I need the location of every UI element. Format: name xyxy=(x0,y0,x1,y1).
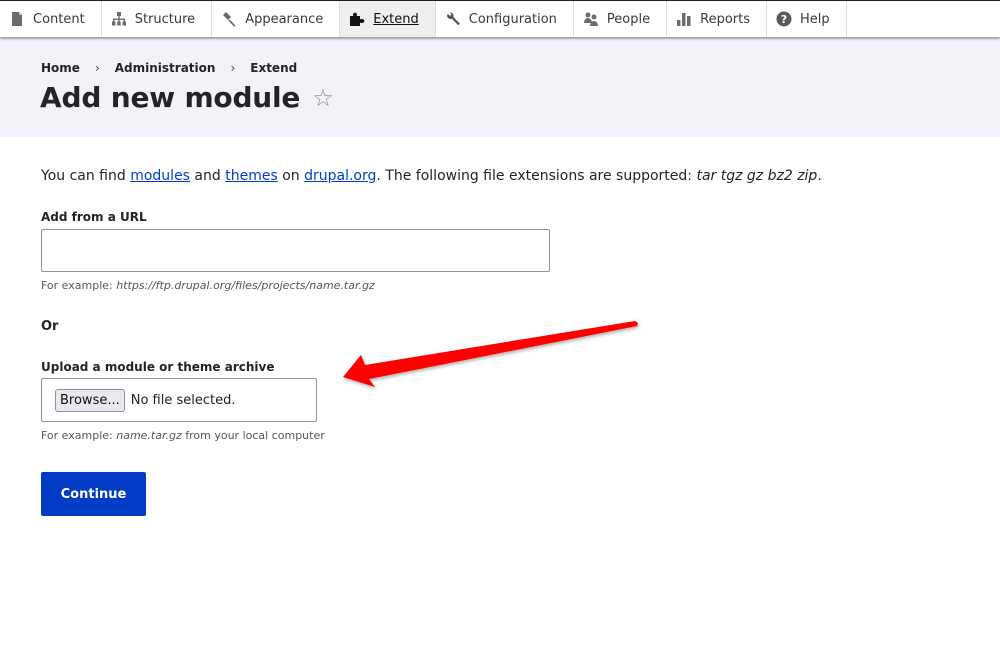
page-title-text: Add new module xyxy=(40,81,301,114)
intro-on: on xyxy=(277,168,305,184)
or-separator-label: Or xyxy=(41,319,59,334)
admin-toolbar: Content Structure Appearance Extend Conf… xyxy=(0,0,1000,37)
supported-extensions: tar tgz gz bz2 zip xyxy=(696,168,818,184)
paint-brush-icon xyxy=(221,11,237,27)
toolbar-label: Configuration xyxy=(468,11,557,27)
toolbar-label: Reports xyxy=(700,11,750,27)
toolbar-label: Content xyxy=(33,11,85,27)
toolbar-item-structure[interactable]: Structure xyxy=(102,1,213,37)
description-prefix: For example: xyxy=(41,429,117,442)
toolbar-item-reports[interactable]: Reports xyxy=(667,1,767,37)
arrow-shape xyxy=(343,321,638,387)
file-upload-input[interactable]: Browse... No file selected. xyxy=(41,378,317,422)
breadcrumb-separator: › xyxy=(94,61,100,75)
toolbar-label: Extend xyxy=(373,11,419,27)
toolbar-item-appearance[interactable]: Appearance xyxy=(212,1,341,37)
toolbar-label: Appearance xyxy=(245,11,324,27)
sitemap-icon xyxy=(111,11,127,27)
url-field-label: Add from a URL xyxy=(41,210,147,224)
star-icon[interactable]: ☆ xyxy=(312,84,334,112)
upload-field-description: For example: name.tar.gz from your local… xyxy=(41,429,325,442)
toolbar-item-people[interactable]: People xyxy=(574,1,668,37)
page-header: Home › Administration › Extend Add new m… xyxy=(0,37,1000,137)
intro-text: You can find modules and themes on drupa… xyxy=(41,168,822,184)
file-status: No file selected. xyxy=(130,392,236,408)
puzzle-icon xyxy=(349,11,365,27)
bar-chart-icon xyxy=(676,11,692,27)
breadcrumb: Home › Administration › Extend xyxy=(41,61,297,75)
toolbar-item-configuration[interactable]: Configuration xyxy=(436,1,574,37)
breadcrumb-administration[interactable]: Administration xyxy=(115,61,216,75)
url-field-description: For example: https://ftp.drupal.org/file… xyxy=(41,279,375,292)
breadcrumb-extend[interactable]: Extend xyxy=(250,61,297,75)
toolbar-item-help[interactable]: ? Help xyxy=(767,1,847,37)
toolbar-label: Structure xyxy=(134,11,196,27)
drupal-org-link[interactable]: drupal.org xyxy=(304,168,376,184)
description-prefix: For example: xyxy=(41,279,117,292)
intro-suffix: . xyxy=(817,168,822,184)
breadcrumb-home[interactable]: Home xyxy=(41,61,80,75)
toolbar-label: Help xyxy=(800,11,830,27)
wrench-icon xyxy=(445,11,461,27)
description-example: https://ftp.drupal.org/files/projects/na… xyxy=(116,279,375,292)
description-suffix: from your local computer xyxy=(181,429,325,442)
breadcrumb-separator: › xyxy=(230,61,236,75)
continue-button[interactable]: Continue xyxy=(41,472,146,516)
toolbar-item-extend[interactable]: Extend xyxy=(340,1,436,37)
browse-button[interactable]: Browse... xyxy=(55,388,125,412)
intro-and: and xyxy=(189,168,226,184)
help-icon: ? xyxy=(776,11,792,27)
svg-text:?: ? xyxy=(781,13,787,26)
file-icon xyxy=(9,11,25,27)
modules-link[interactable]: modules xyxy=(130,168,190,184)
toolbar-label: People xyxy=(606,11,651,27)
people-icon xyxy=(583,11,599,27)
intro-prefix: You can find xyxy=(41,168,131,184)
description-example: name.tar.gz xyxy=(116,429,182,442)
url-input[interactable] xyxy=(41,229,550,272)
themes-link[interactable]: themes xyxy=(225,168,278,184)
page-title: Add new module ☆ xyxy=(40,81,334,114)
upload-field-label: Upload a module or theme archive xyxy=(41,360,275,374)
annotation-arrow-icon xyxy=(343,321,638,387)
toolbar-item-content[interactable]: Content xyxy=(0,1,102,37)
intro-middle: . The following file extensions are supp… xyxy=(376,168,697,184)
